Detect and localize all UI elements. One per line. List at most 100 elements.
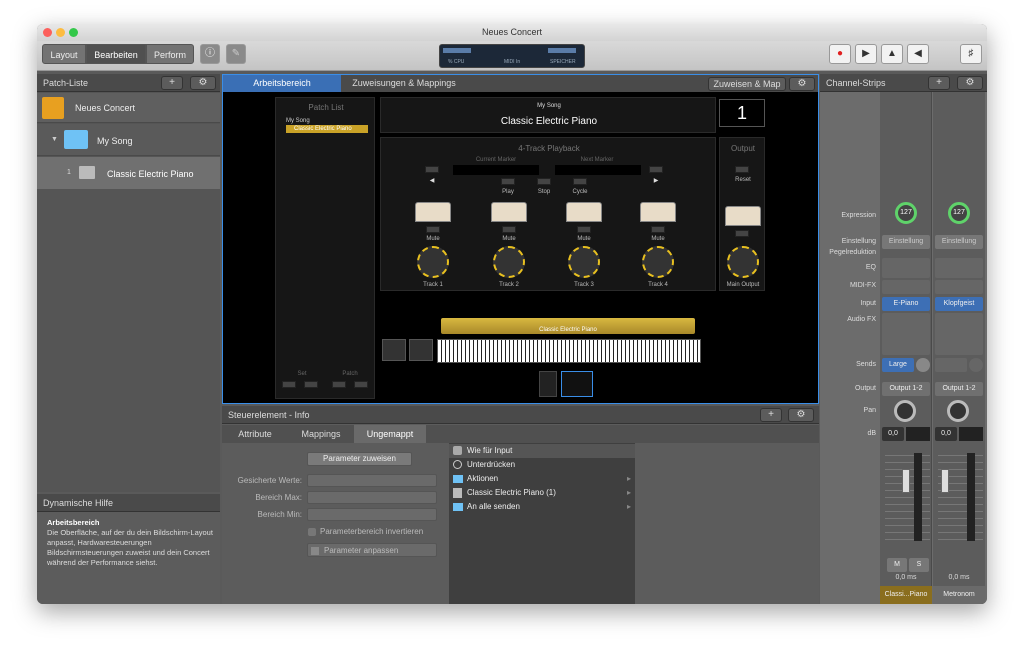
strip1-midi-fx[interactable] <box>882 280 930 294</box>
speaker-button[interactable]: ◀ <box>907 44 929 64</box>
pedal-left[interactable] <box>539 371 557 397</box>
strip2-send-slot[interactable] <box>935 358 967 372</box>
strip1-audio-fx[interactable] <box>882 313 930 355</box>
track3-mute-button[interactable] <box>577 226 591 233</box>
patch-prev-button[interactable] <box>332 381 346 388</box>
set-prev-button[interactable] <box>282 381 296 388</box>
strip1-send-knob[interactable] <box>916 358 930 372</box>
strip2-output-button[interactable]: Output 1-2 <box>935 382 983 396</box>
patch-row-selected[interactable]: 1 Classic Electric Piano <box>37 157 220 189</box>
strip1-eq[interactable] <box>882 258 930 278</box>
mute-button[interactable]: M <box>887 558 907 572</box>
assign-parameter-button[interactable]: Parameter zuweisen <box>307 452 412 466</box>
sustain-pedal[interactable] <box>561 371 593 397</box>
patch-next-button[interactable] <box>354 381 368 388</box>
track3-knob[interactable] <box>568 246 600 278</box>
play-toggle[interactable] <box>501 178 515 185</box>
strip2-fader[interactable] <box>941 469 949 493</box>
solo-button[interactable]: S <box>909 558 929 572</box>
tab-control-mappings[interactable]: Mappings <box>288 425 354 443</box>
control-actions-button[interactable]: ⚙ <box>788 408 814 422</box>
reset-button[interactable] <box>735 166 749 173</box>
strip2-pan-knob[interactable] <box>947 400 969 422</box>
zoom-icon[interactable] <box>69 28 78 37</box>
perform-mode-button[interactable]: Perform <box>146 44 194 64</box>
tab-mappings[interactable]: Zuweisungen & Mappings <box>341 75 467 92</box>
tuner-button[interactable]: ♯ <box>960 44 982 64</box>
tab-attributes[interactable]: Attribute <box>222 425 288 443</box>
channel-strip-actions-button[interactable]: ⚙ <box>957 76 983 90</box>
track2-knob[interactable] <box>493 246 525 278</box>
add-channel-strip-button[interactable]: + <box>928 76 950 90</box>
range-min-field[interactable] <box>307 508 437 521</box>
close-icon[interactable] <box>43 28 52 37</box>
widget-song: My Song <box>286 118 310 124</box>
tab-unmapped[interactable]: Ungemappt <box>354 425 426 443</box>
main-output-knob[interactable] <box>727 246 759 278</box>
range-max-field[interactable] <box>307 491 437 504</box>
strip2-audio-fx[interactable] <box>935 313 983 355</box>
add-patch-button[interactable]: + <box>161 76 183 90</box>
track4-mute-button[interactable] <box>651 226 665 233</box>
track1-knob[interactable] <box>417 246 449 278</box>
list-item[interactable]: Unterdrücken <box>449 458 635 472</box>
minimize-icon[interactable] <box>56 28 65 37</box>
strip1-output-button[interactable]: Output 1-2 <box>882 382 930 396</box>
info-button[interactable]: ⓘ <box>200 44 220 64</box>
patch-label: Patch <box>342 371 358 377</box>
stop-toggle[interactable] <box>537 178 551 185</box>
strip1-input-button[interactable]: E-Piano <box>882 297 930 311</box>
track1-mute-button[interactable] <box>426 226 440 233</box>
strip2-setting-button[interactable]: Einstellung <box>935 235 983 249</box>
widget-patch-selected[interactable]: Classic Electric Piano <box>286 125 368 133</box>
strip2-midi-fx[interactable] <box>935 280 983 294</box>
list-item[interactable]: An alle senden ▸ <box>449 500 635 514</box>
cycle-toggle[interactable] <box>573 178 587 185</box>
next-marker-button[interactable] <box>649 166 663 173</box>
invert-checkbox[interactable] <box>308 528 316 536</box>
piano-keyboard[interactable] <box>437 339 701 363</box>
record-button[interactable]: ● <box>829 44 851 64</box>
adapt-checkbox[interactable] <box>311 547 319 555</box>
pitch-wheel[interactable] <box>382 339 406 361</box>
metronome-button[interactable]: ▲ <box>881 44 903 64</box>
adapt-parameter-row[interactable]: Parameter anpassen <box>307 543 437 557</box>
track2-mute-button[interactable] <box>502 226 516 233</box>
assign-map-button[interactable]: Zuweisen & Map <box>708 77 786 91</box>
strip1-pan-knob[interactable] <box>894 400 916 422</box>
strip1-db-value: 0,0 <box>882 427 904 441</box>
strip2-input-button[interactable]: Klopfgeist <box>935 297 983 311</box>
tab-workspace[interactable]: Arbeitsbereich <box>223 75 341 92</box>
list-item[interactable]: Aktionen ▸ <box>449 472 635 486</box>
patch-list-actions-button[interactable]: ⚙ <box>190 76 216 90</box>
saved-values-field[interactable] <box>307 474 437 487</box>
stage-actions-button[interactable]: ⚙ <box>789 77 815 91</box>
strip2-expression-knob[interactable]: 127 <box>948 202 970 224</box>
play-button[interactable]: ▶ <box>855 44 877 64</box>
expression-label: Expression <box>841 212 876 219</box>
track4-knob[interactable] <box>642 246 674 278</box>
strip1-name[interactable]: Classi...Piano <box>880 586 932 604</box>
strip1-expression-knob[interactable]: 127 <box>895 202 917 224</box>
strip1-fader[interactable] <box>902 469 910 493</box>
list-item[interactable]: Wie für Input <box>449 444 635 458</box>
concert-row[interactable]: Neues Concert <box>37 93 220 123</box>
list-item[interactable]: Classic Electric Piano (1) ▸ <box>449 486 635 500</box>
edit-pencil-button[interactable]: ✎ <box>226 44 246 64</box>
strip2-send-knob[interactable] <box>969 358 983 372</box>
main-output-button[interactable] <box>735 230 749 237</box>
strip2-name[interactable]: Metronom <box>933 586 985 604</box>
strip1-send-button[interactable]: Large <box>882 358 914 372</box>
add-control-button[interactable]: + <box>760 408 782 422</box>
prev-marker-button[interactable] <box>425 166 439 173</box>
song-row[interactable]: ▼ My Song <box>37 124 220 156</box>
set-next-button[interactable] <box>304 381 318 388</box>
strip1-setting-button[interactable]: Einstellung <box>882 235 930 249</box>
edit-mode-button[interactable]: Bearbeiten <box>86 44 146 64</box>
patch-list-widget-title: Patch List <box>308 103 344 112</box>
mod-wheel[interactable] <box>409 339 433 361</box>
strip2-eq[interactable] <box>935 258 983 278</box>
track1-mute-label: Mute <box>426 236 440 242</box>
layout-mode-button[interactable]: Layout <box>42 44 86 64</box>
disclosure-triangle-icon[interactable]: ▼ <box>51 136 58 143</box>
